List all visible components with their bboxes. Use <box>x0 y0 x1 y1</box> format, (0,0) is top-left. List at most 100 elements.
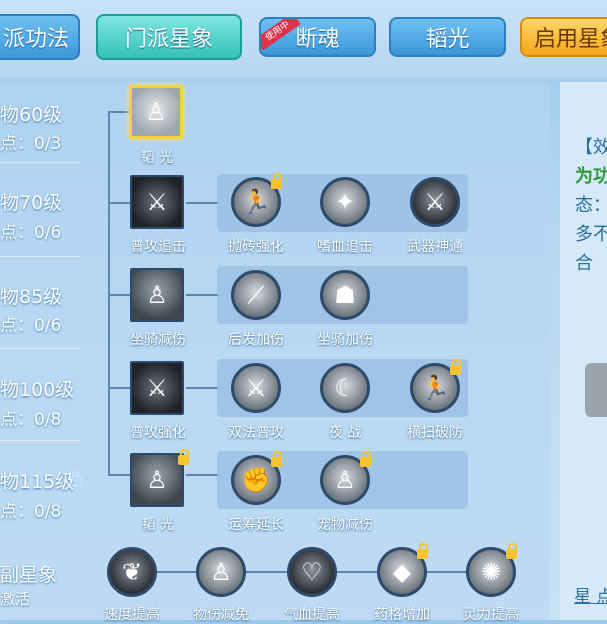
skill-mount-reduction-icon[interactable]: ♙ <box>130 268 184 322</box>
tier-points: 点：0/3 <box>0 134 62 154</box>
tree-connector <box>108 474 130 476</box>
sword-icon: ⚔ <box>424 188 446 216</box>
skill-bloodthirst-icon[interactable]: ✦ <box>320 177 370 227</box>
tab-sect-star[interactable]: 门派星象 <box>96 14 242 60</box>
skill-label: 韬 光 <box>141 517 175 533</box>
skill-late-strike-icon[interactable]: ⟋ <box>231 270 281 320</box>
sword-icon: ⚔ <box>146 374 168 402</box>
sword-icon: ⚔ <box>146 188 168 216</box>
skill-label: 抛砖强化 <box>228 239 284 255</box>
stat-label: 物伤减免 <box>193 607 249 623</box>
skill-label: 嗜血追击 <box>317 239 373 255</box>
stat-speed-icon[interactable]: ❦ <box>107 547 157 597</box>
tree-connector <box>108 111 110 475</box>
divider <box>0 348 80 349</box>
tier-points: 点：0/6 <box>0 316 62 336</box>
tier-level: 物70级 <box>0 192 63 214</box>
tab-label: 启用星象 <box>534 27 607 52</box>
tab-label: 断魂 <box>295 27 340 52</box>
tab-label: 派功法 <box>2 27 69 52</box>
stat-hp-icon[interactable]: ♡ <box>287 547 337 597</box>
skill-label: 普攻追击 <box>130 239 186 255</box>
tab-taoguang[interactable]: 韬光 <box>389 17 506 57</box>
tree-connector <box>108 294 130 296</box>
lock-icon <box>450 359 461 375</box>
figure-icon: ♙ <box>146 466 168 494</box>
stat-label: 速度提高 <box>104 607 160 623</box>
beast-icon: ☗ <box>334 281 356 309</box>
lock-icon <box>178 449 189 465</box>
skill-label: 普攻强化 <box>130 425 186 441</box>
tier-level: 物60级 <box>0 104 63 126</box>
skill-label: 坐骑加伤 <box>317 332 373 348</box>
tier-points: 点：0/6 <box>0 223 62 243</box>
figure-icon: ♙ <box>146 281 168 309</box>
tier-points: 点：0/8 <box>0 410 62 430</box>
figure-icon: ♙ <box>145 98 167 126</box>
tree-connector <box>108 111 130 113</box>
detail-line: 多不 <box>575 224 607 245</box>
detail-line: 合 <box>575 253 593 274</box>
skill-taoguang-icon[interactable]: ♙ <box>129 85 183 139</box>
tree-connector <box>186 387 218 389</box>
tab-duanhun[interactable]: 使用中 断魂 <box>259 17 376 57</box>
skill-label: 双法普攻 <box>228 425 284 441</box>
skill-taoguang2-icon[interactable]: ♙ <box>130 453 184 507</box>
tree-connector <box>108 387 130 389</box>
heart-icon: ♡ <box>301 558 323 586</box>
divider <box>0 440 80 441</box>
skill-label: 横扫破防 <box>407 425 463 441</box>
lock-icon <box>417 543 428 559</box>
skill-label: 韬 光 <box>140 150 174 166</box>
star-tree-panel <box>0 82 550 620</box>
skill-weapon-mastery-icon[interactable]: ⚔ <box>410 177 460 227</box>
figure-icon: ♙ <box>210 558 232 586</box>
tree-connector <box>108 202 130 204</box>
lock-icon <box>360 451 371 467</box>
lock-icon <box>506 543 517 559</box>
figure-icon: ☾ <box>334 374 356 402</box>
tier-level: 物115级 <box>0 471 75 493</box>
stat-label: 灵力提高 <box>463 607 519 623</box>
tier-level: 物85级 <box>0 286 63 308</box>
lock-icon <box>271 173 282 189</box>
skill-label: 宠物减伤 <box>317 517 373 533</box>
tree-connector <box>186 294 218 296</box>
detail-line: 态： <box>575 195 607 216</box>
blade-icon: ⚔ <box>245 374 267 402</box>
tab-label: 韬光 <box>425 27 470 52</box>
skill-mount-damage-icon[interactable]: ☗ <box>320 270 370 320</box>
stat-label: 气血提高 <box>284 607 340 623</box>
detail-line: 为功 <box>575 166 607 187</box>
blade-icon: ⟋ <box>247 281 265 309</box>
divider <box>0 256 80 257</box>
enable-star-button[interactable]: 启用星象 <box>520 17 607 57</box>
tier-points: 点：0/8 <box>0 502 62 522</box>
skill-label: 武器神通 <box>407 239 463 255</box>
divider <box>0 162 80 163</box>
skill-normal-attack-boost-icon[interactable]: ⚔ <box>130 361 184 415</box>
stat-phys-reduce-icon[interactable]: ♙ <box>196 547 246 597</box>
scroll-handle[interactable] <box>585 363 607 417</box>
skill-label: 夜 战 <box>328 425 362 441</box>
sub-star-title: 副星象 <box>0 564 58 586</box>
skill-label: 坐骑减伤 <box>130 332 186 348</box>
tree-connector <box>186 202 218 204</box>
skill-normal-attack-chase-icon[interactable]: ⚔ <box>130 175 184 229</box>
tree-connector <box>186 474 218 476</box>
detail-line: 【效 <box>575 137 607 158</box>
tab-sect-skill[interactable]: 派功法 <box>0 14 80 60</box>
lock-icon <box>271 451 282 467</box>
tab-label: 门派星象 <box>124 27 213 52</box>
skill-label: 运筹延长 <box>228 517 284 533</box>
star-points-link[interactable]: 星 点 <box>574 582 607 607</box>
skill-night-battle-icon[interactable]: ☾ <box>320 363 370 413</box>
lock-icon <box>70 471 82 486</box>
skill-label: 后发加伤 <box>228 332 284 348</box>
claw-icon: ✦ <box>334 188 356 216</box>
tab-bar: 派功法 门派星象 使用中 断魂 韬光 启用星象 <box>0 0 607 78</box>
skill-dual-attack-icon[interactable]: ⚔ <box>231 363 281 413</box>
stat-label: 药格增加 <box>374 607 430 623</box>
wing-icon: ❦ <box>121 558 143 586</box>
sub-star-status: 激活 <box>0 590 31 608</box>
